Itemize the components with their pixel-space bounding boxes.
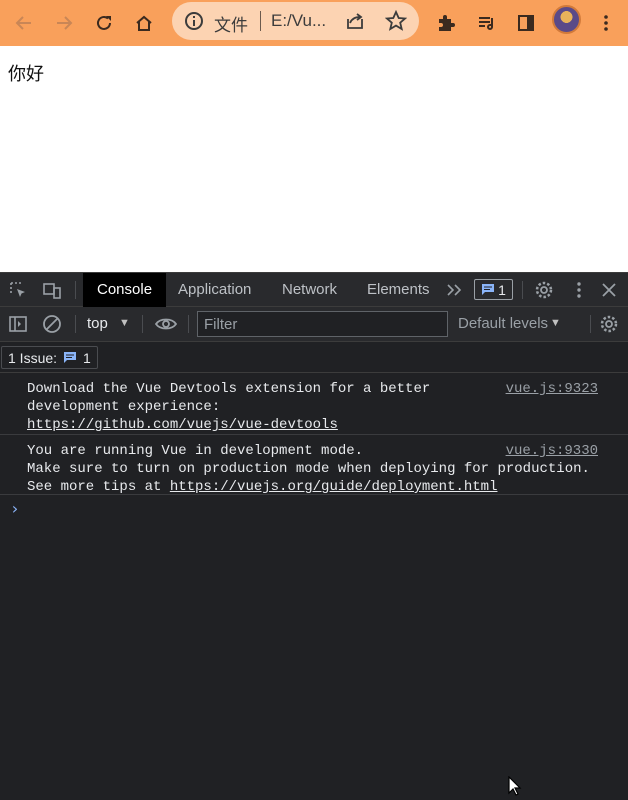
address-bar[interactable]: 文件 E:/Vu... (172, 2, 419, 40)
mouse-cursor-icon (508, 776, 522, 796)
console-message: Download the Vue Devtools extension for … (0, 373, 628, 435)
back-button[interactable] (9, 8, 39, 38)
source-link[interactable]: vue.js:9323 (506, 380, 598, 398)
console-settings-gear-icon[interactable] (599, 314, 619, 334)
issues-counter-value: 1 (498, 281, 506, 298)
toolbar-separator (188, 315, 189, 333)
address-separator (260, 11, 261, 31)
puzzle-icon (439, 15, 455, 31)
home-icon (136, 15, 152, 31)
source-link[interactable]: vue.js:9330 (506, 442, 598, 460)
tab-application[interactable]: Application (164, 273, 265, 307)
star-icon[interactable] (385, 10, 407, 32)
side-panel-icon (518, 15, 534, 31)
playlist-icon (479, 17, 493, 30)
more-vertical-icon (604, 15, 608, 31)
inspect-element-icon[interactable] (8, 280, 28, 300)
console-output: Download the Vue Devtools extension for … (0, 373, 628, 495)
console-message: You are running Vue in development mode.… (0, 435, 628, 495)
toolbar-separator (590, 315, 591, 333)
tab-separator (522, 281, 523, 299)
devtools-panel: Console Application Network Elements 1 t… (0, 272, 628, 800)
toolbar-separator (75, 315, 76, 333)
console-toolbar: top ▼ Default levels ▼ (0, 307, 628, 342)
menu-button[interactable] (591, 8, 621, 38)
forward-button[interactable] (49, 8, 79, 38)
message-icon (64, 352, 77, 363)
profile-avatar[interactable] (552, 5, 581, 34)
media-button[interactable] (471, 8, 501, 38)
deployment-link[interactable]: https://vuejs.org/guide/deployment.html (170, 479, 498, 495)
message-icon (482, 284, 495, 295)
settings-gear-icon[interactable] (534, 280, 554, 300)
devtools-tab-strip: Console Application Network Elements 1 (0, 273, 628, 307)
filter-input[interactable] (197, 311, 448, 337)
more-vertical-icon[interactable] (569, 280, 589, 300)
clear-console-icon[interactable] (42, 314, 62, 334)
greeting-text: 你好 (8, 64, 44, 85)
issues-button[interactable]: 1 Issue: 1 (1, 346, 98, 369)
context-selector[interactable]: top (87, 315, 108, 332)
log-levels-dropdown[interactable]: Default levels (458, 315, 548, 332)
message-line: Make sure to turn on production mode whe… (27, 461, 590, 477)
tab-elements[interactable]: Elements (353, 273, 444, 307)
url-text[interactable]: E:/Vu... (271, 11, 326, 31)
message-line: development experience: (27, 399, 221, 415)
browser-toolbar: 文件 E:/Vu... (0, 0, 628, 46)
issues-counter[interactable]: 1 (474, 279, 513, 300)
levels-dropdown-arrow-icon[interactable]: ▼ (550, 317, 561, 329)
devtools-link[interactable]: https://github.com/vuejs/vue-devtools (27, 417, 338, 433)
console-prompt[interactable]: › (10, 499, 20, 518)
context-dropdown-arrow-icon[interactable]: ▼ (119, 317, 130, 329)
close-icon[interactable] (599, 280, 619, 300)
scheme-label: 文件 (214, 16, 248, 36)
info-icon[interactable] (184, 11, 204, 31)
more-tabs-icon[interactable] (445, 280, 465, 300)
message-line: See more tips at (27, 479, 170, 495)
issues-label: 1 Issue: (8, 349, 58, 366)
live-expression-eye-icon[interactable] (154, 314, 178, 334)
toolbar-separator (142, 315, 143, 333)
side-panel-button[interactable] (511, 8, 541, 38)
share-icon[interactable] (344, 10, 366, 32)
sidebar-toggle-icon[interactable] (8, 314, 28, 334)
reload-icon (97, 15, 111, 30)
issues-bar: 1 Issue: 1 (0, 342, 628, 373)
extensions-button[interactable] (431, 8, 461, 38)
page-viewport: 你好 (0, 46, 628, 272)
tab-network[interactable]: Network (268, 273, 351, 307)
tab-console[interactable]: Console (83, 273, 167, 307)
tab-separator (75, 281, 76, 299)
reload-button[interactable] (89, 8, 119, 38)
device-toolbar-icon[interactable] (42, 280, 62, 300)
arrow-left-icon (15, 16, 31, 30)
arrow-right-icon (57, 16, 73, 30)
home-button[interactable] (129, 8, 159, 38)
issues-count: 1 (83, 349, 91, 366)
